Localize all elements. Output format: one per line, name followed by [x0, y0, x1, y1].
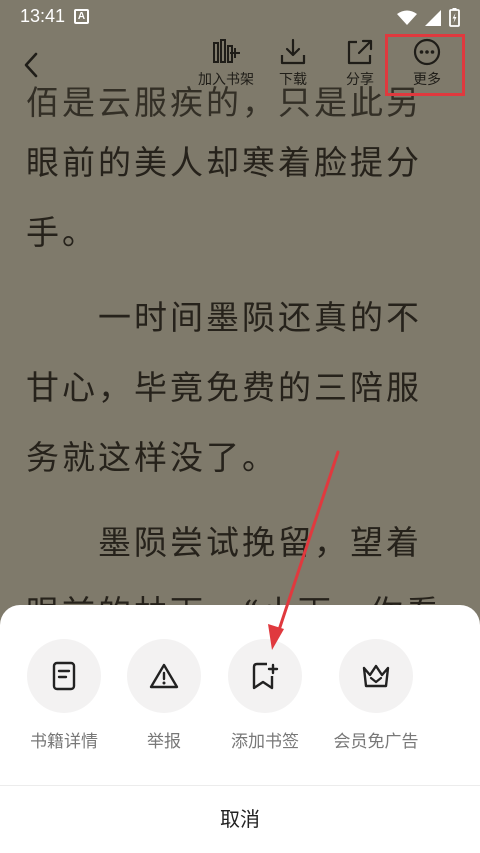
annotation-arrow [268, 450, 340, 650]
